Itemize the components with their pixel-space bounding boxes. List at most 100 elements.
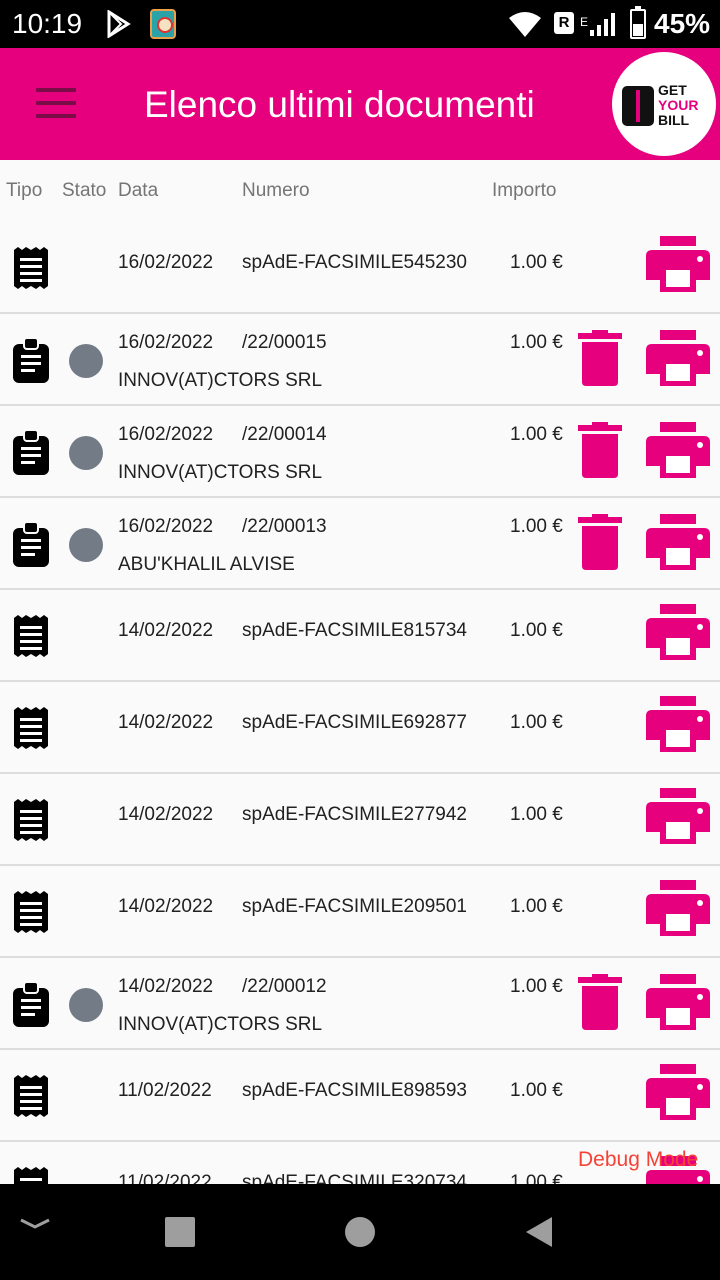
document-row[interactable]: 14/02/2022/22/00012 1.00 € INNOV(AT)CTORS … <box>0 958 720 1050</box>
row-amount: 1.00 € <box>510 1080 563 1101</box>
invoice-icon <box>12 521 50 568</box>
play-store-icon <box>107 10 131 38</box>
receipt-icon <box>12 1074 50 1118</box>
app-bar: Elenco ultimi documenti GET YOUR BILL <box>0 48 720 160</box>
row-number: /22/00013 <box>242 516 327 537</box>
document-row[interactable]: 16/02/2022 spAdE-FACSIMILE545230 1.00 € <box>0 222 720 314</box>
status-bar: 10:19 R E 45% <box>0 0 720 48</box>
row-date: 11/02/2022 <box>118 1172 212 1184</box>
recents-button[interactable] <box>165 1217 195 1247</box>
wifi-icon <box>509 12 541 37</box>
document-row[interactable]: 14/02/2022 spAdE-FACSIMILE277942 1.00 € <box>0 774 720 866</box>
column-data: Data <box>118 180 159 201</box>
row-date: 16/02/2022 <box>118 516 214 537</box>
print-icon[interactable] <box>646 330 710 386</box>
receipt-icon <box>12 614 50 658</box>
row-number: /22/00012 <box>242 976 327 997</box>
row-number: spAdE-FACSIMILE815734 <box>242 620 467 641</box>
navigation-bar <box>0 1184 720 1280</box>
trash-icon[interactable] <box>578 974 622 1030</box>
status-dot <box>69 528 103 562</box>
get-your-bill-logo: GET YOUR BILL <box>612 52 716 156</box>
table-header: Tipo Stato Data Numero Importo <box>0 160 720 222</box>
print-icon[interactable] <box>646 788 710 844</box>
column-stato: Stato <box>62 180 107 201</box>
document-row[interactable]: 11/02/2022 spAdE-FACSIMILE898593 1.00 € <box>0 1050 720 1142</box>
row-amount: 1.00 € <box>510 424 563 445</box>
print-icon[interactable] <box>646 236 710 292</box>
row-customer: INNOV(AT)CTORS SRL <box>118 1014 323 1035</box>
trash-icon[interactable] <box>578 514 622 570</box>
document-row[interactable]: 16/02/2022/22/00014 1.00 € INNOV(AT)CTORS … <box>0 406 720 498</box>
print-icon[interactable] <box>646 880 710 936</box>
invoice-icon <box>12 429 50 476</box>
status-dot <box>69 988 103 1022</box>
receipt-icon <box>12 246 50 290</box>
row-customer: INNOV(AT)CTORS SRL <box>118 370 323 391</box>
menu-icon[interactable] <box>36 88 76 118</box>
row-date: 14/02/2022 <box>118 804 214 825</box>
clock: 10:19 <box>12 8 83 39</box>
receipt-icon <box>12 1166 50 1184</box>
app-notification-icon <box>150 9 176 39</box>
row-amount: 1.00 € <box>510 620 563 641</box>
row-amount: 1.00 € <box>510 712 563 733</box>
row-date: 14/02/2022 <box>118 712 214 733</box>
row-number: spAdE-FACSIMILE320734 <box>242 1172 467 1184</box>
print-icon[interactable] <box>646 974 710 1030</box>
row-date: 14/02/2022 <box>118 620 214 641</box>
row-number: spAdE-FACSIMILE209501 <box>242 896 467 917</box>
trash-icon[interactable] <box>578 422 622 478</box>
column-tipo: Tipo <box>6 180 43 201</box>
logo-card-icon <box>622 86 654 126</box>
battery-icon <box>630 6 646 39</box>
trash-icon[interactable] <box>578 330 622 386</box>
page-title: Elenco ultimi documenti <box>144 84 535 125</box>
row-date: 11/02/2022 <box>118 1080 212 1101</box>
document-row[interactable]: 14/02/2022 spAdE-FACSIMILE209501 1.00 € <box>0 866 720 958</box>
row-customer: ABU'KHALIL ALVISE <box>118 554 295 575</box>
row-amount: 1.00 € <box>510 896 563 917</box>
home-button[interactable] <box>345 1217 375 1247</box>
column-importo: Importo <box>492 180 557 201</box>
print-icon[interactable] <box>646 514 710 570</box>
invoice-icon <box>12 337 50 384</box>
receipt-icon <box>12 706 50 750</box>
row-amount: 1.00 € <box>510 1172 563 1184</box>
row-number: spAdE-FACSIMILE277942 <box>242 804 467 825</box>
invoice-icon <box>12 981 50 1028</box>
row-date: 16/02/2022 <box>118 424 214 445</box>
row-amount: 1.00 € <box>510 976 563 997</box>
receipt-icon <box>12 890 50 934</box>
row-date: 16/02/2022 <box>118 332 214 353</box>
row-number: spAdE-FACSIMILE545230 <box>242 252 467 273</box>
print-icon[interactable] <box>646 422 710 478</box>
back-icon[interactable] <box>522 1215 556 1249</box>
row-number: spAdE-FACSIMILE692877 <box>242 712 467 733</box>
row-date: 14/02/2022 <box>118 896 214 917</box>
document-row[interactable]: 16/02/2022/22/00013 1.00 € ABU'KHALIL ALVI… <box>0 498 720 590</box>
receipt-icon <box>12 798 50 842</box>
debug-mode-label: Debug Mode <box>578 1148 699 1171</box>
row-customer: INNOV(AT)CTORS SRL <box>118 462 323 483</box>
logo-text: GET YOUR BILL <box>658 82 699 128</box>
print-icon[interactable] <box>646 604 710 660</box>
print-icon[interactable] <box>646 696 710 752</box>
document-row[interactable]: 16/02/2022/22/00015 1.00 € INNOV(AT)CTORS … <box>0 314 720 406</box>
row-amount: 1.00 € <box>510 252 563 273</box>
row-number: spAdE-FACSIMILE898593 <box>242 1080 467 1101</box>
row-number: /22/00015 <box>242 332 327 353</box>
row-amount: 1.00 € <box>510 516 563 537</box>
svg-text:E: E <box>580 15 588 29</box>
status-dot <box>69 436 103 470</box>
row-amount: 1.00 € <box>510 804 563 825</box>
status-dot <box>69 344 103 378</box>
document-row[interactable]: 14/02/2022 spAdE-FACSIMILE692877 1.00 € <box>0 682 720 774</box>
row-date: 14/02/2022 <box>118 976 214 997</box>
signal-icon: E <box>580 13 615 36</box>
keyboard-hide-icon[interactable] <box>18 1214 52 1234</box>
document-list[interactable]: Tipo Stato Data Numero Importo 16/02/202… <box>0 160 720 1184</box>
print-icon[interactable] <box>646 1064 710 1120</box>
roaming-badge: R <box>554 12 574 34</box>
document-row[interactable]: 14/02/2022 spAdE-FACSIMILE815734 1.00 € <box>0 590 720 682</box>
